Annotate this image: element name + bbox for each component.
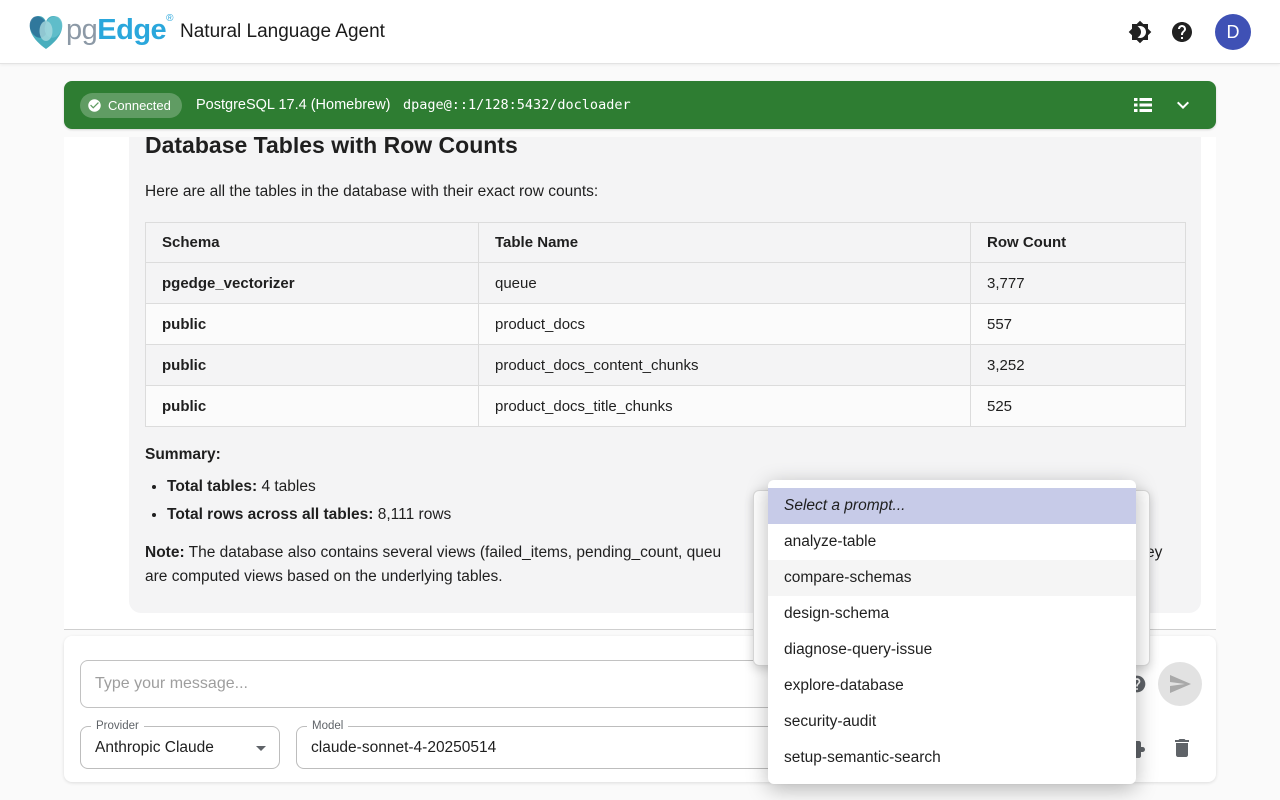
trash-icon[interactable] (1170, 736, 1194, 760)
list-item: Total rows across all tables: 8,111 rows (167, 505, 451, 525)
app-window: pgEdge® Natural Language Agent D Connect… (0, 0, 1280, 800)
table-cell: pgedge_vectorizer (146, 263, 479, 304)
table-cell: product_docs (479, 304, 971, 345)
send-button[interactable] (1158, 662, 1202, 706)
check-circle-icon (87, 98, 102, 113)
table-row: publicproduct_docs_title_chunks525 (146, 386, 1186, 427)
table-cell: 3,777 (971, 263, 1186, 304)
model-value: claude-sonnet-4-20250514 (311, 727, 496, 768)
results-table-body: pgedge_vectorizerqueue3,777publicproduct… (146, 263, 1186, 427)
summary-heading: Summary: (145, 446, 221, 464)
table-cell: 525 (971, 386, 1186, 427)
prompt-menu-item[interactable]: setup-semantic-search (768, 740, 1136, 776)
app-header: pgEdge® Natural Language Agent D (0, 0, 1280, 64)
brand-wordmark: pgEdge® (66, 13, 173, 47)
connection-list-icon[interactable] (1131, 93, 1155, 117)
prompt-menu-item[interactable]: analyze-table (768, 524, 1136, 560)
user-avatar[interactable]: D (1215, 14, 1251, 50)
table-cell: 3,252 (971, 345, 1186, 386)
connection-status-badge: Connected (80, 93, 182, 118)
summary-list: Total tables: 4 tables Total rows across… (145, 477, 451, 533)
connection-string: dpage@::1/128:5432/docloader (403, 81, 631, 129)
provider-select[interactable]: Provider Anthropic Claude (80, 726, 280, 769)
message-heading: Database Tables with Row Counts (145, 137, 518, 160)
server-version-label: PostgreSQL 17.4 (Homebrew) (196, 81, 391, 129)
table-cell: public (146, 304, 479, 345)
prompt-menu-item[interactable]: Select a prompt... (768, 488, 1136, 524)
table-column-header: Row Count (971, 223, 1186, 263)
connection-status-label: Connected (108, 98, 171, 113)
table-cell: public (146, 345, 479, 386)
provider-value: Anthropic Claude (95, 727, 214, 768)
table-row: publicproduct_docs557 (146, 304, 1186, 345)
prompt-menu-item[interactable]: design-schema (768, 596, 1136, 632)
dark-mode-toggle-icon[interactable] (1128, 20, 1152, 44)
dropdown-arrow-icon (249, 736, 273, 760)
connection-bar: Connected PostgreSQL 17.4 (Homebrew) dpa… (64, 81, 1216, 129)
prompt-menu-item[interactable]: explore-database (768, 668, 1136, 704)
table-header-row: SchemaTable NameRow Count (146, 223, 1186, 263)
table-column-header: Table Name (479, 223, 971, 263)
prompt-menu-item[interactable]: diagnose-query-issue (768, 632, 1136, 668)
table-cell: product_docs_title_chunks (479, 386, 971, 427)
table-column-header: Schema (146, 223, 479, 263)
prompt-menu-item[interactable]: compare-schemas (768, 560, 1136, 596)
table-cell: queue (479, 263, 971, 304)
table-row: publicproduct_docs_content_chunks3,252 (146, 345, 1186, 386)
prompt-menu-item[interactable]: security-audit (768, 704, 1136, 740)
pgedge-logo-icon (24, 12, 68, 52)
note-text-line1: Note: The database also contains several… (145, 542, 721, 564)
help-icon[interactable] (1170, 20, 1194, 44)
prompt-menu: Select a prompt...analyze-tablecompare-s… (768, 480, 1136, 784)
message-intro: Here are all the tables in the database … (145, 183, 598, 201)
table-row: pgedge_vectorizerqueue3,777 (146, 263, 1186, 304)
row-counts-table: SchemaTable NameRow Count pgedge_vectori… (145, 222, 1186, 427)
note-text-line2: are computed views based on the underlyi… (145, 566, 503, 588)
table-cell: 557 (971, 304, 1186, 345)
list-item: Total tables: 4 tables (167, 477, 451, 497)
send-icon (1168, 672, 1192, 696)
table-cell: public (146, 386, 479, 427)
page-title: Natural Language Agent (180, 0, 385, 64)
chevron-down-icon[interactable] (1171, 93, 1195, 117)
table-cell: product_docs_content_chunks (479, 345, 971, 386)
